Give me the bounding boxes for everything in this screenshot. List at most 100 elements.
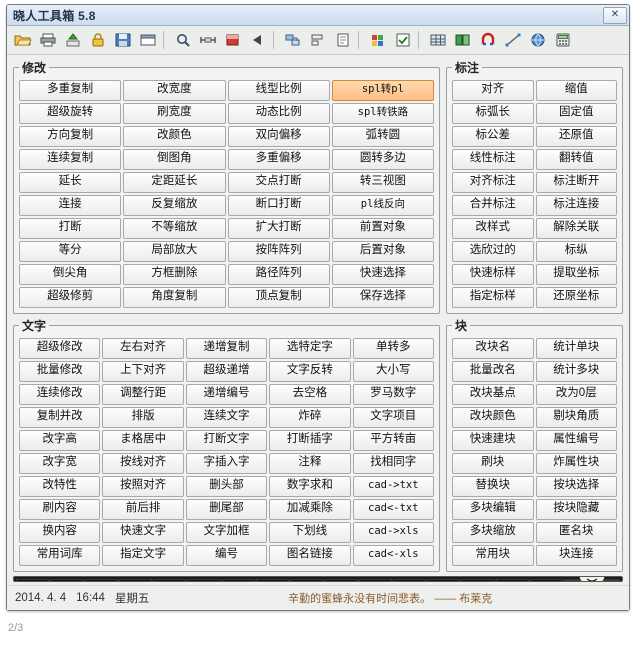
command-button[interactable]: 常用块 xyxy=(452,545,534,566)
command-button[interactable]: 刷内容 xyxy=(19,499,101,520)
command-button[interactable]: 炸属性块 xyxy=(535,453,617,474)
command-button[interactable]: spl转铁路 xyxy=(331,103,434,124)
drawing-icon-12[interactable] xyxy=(392,579,426,581)
command-button[interactable]: 倒图角 xyxy=(123,149,226,170)
command-button[interactable]: 替换块 xyxy=(452,476,534,497)
command-button[interactable]: 多重偏移 xyxy=(227,149,330,170)
node-icon[interactable] xyxy=(501,28,525,52)
command-button[interactable]: 快速建块 xyxy=(452,430,534,451)
command-button[interactable]: 定距延长 xyxy=(123,172,226,193)
command-button[interactable]: 改宽度 xyxy=(123,80,226,101)
command-button[interactable]: 选特定字 xyxy=(269,338,351,359)
command-button[interactable]: 文字反转 xyxy=(269,361,351,382)
command-button[interactable]: 文字项目 xyxy=(352,407,434,428)
magnet-icon[interactable] xyxy=(476,28,500,52)
command-button[interactable]: 圆转多边 xyxy=(331,149,434,170)
command-button[interactable]: 改字高 xyxy=(19,430,101,451)
command-button[interactable]: 快速选择 xyxy=(331,264,434,285)
command-button[interactable]: 多块缩放 xyxy=(452,522,534,543)
command-button[interactable]: 单转多 xyxy=(352,338,434,359)
command-button[interactable]: 批量修改 xyxy=(19,361,101,382)
align-icon[interactable] xyxy=(306,28,330,52)
command-button[interactable]: 指定标样 xyxy=(452,287,534,308)
command-button[interactable]: 连续复制 xyxy=(19,149,122,170)
command-button[interactable]: 方框删除 xyxy=(123,264,226,285)
command-button[interactable]: 批量改名 xyxy=(452,361,534,382)
command-button[interactable]: 平方转亩 xyxy=(352,430,434,451)
command-button[interactable]: 提取坐标 xyxy=(535,264,617,285)
command-button[interactable]: cad<-txt xyxy=(352,499,434,520)
command-button[interactable]: 对齐 xyxy=(452,80,534,101)
command-button[interactable]: cad->txt xyxy=(352,476,434,497)
command-button[interactable]: 找相同字 xyxy=(352,453,434,474)
command-button[interactable]: 延长 xyxy=(19,172,122,193)
command-button[interactable]: 局部放大 xyxy=(123,241,226,262)
command-button[interactable]: 匿名块 xyxy=(535,522,617,543)
command-button[interactable]: 图名链接 xyxy=(269,545,351,566)
calc-icon[interactable] xyxy=(551,28,575,52)
command-button[interactable]: 按块隐藏 xyxy=(535,499,617,520)
command-button[interactable]: 超级修剪 xyxy=(19,287,122,308)
command-button[interactable]: 排版 xyxy=(102,407,184,428)
command-button[interactable]: 刷块 xyxy=(452,453,534,474)
command-button[interactable]: 按块选择 xyxy=(535,476,617,497)
command-button[interactable]: 标纵 xyxy=(535,241,617,262)
drawing-icon-10[interactable] xyxy=(324,579,358,581)
command-button[interactable]: 多块编辑 xyxy=(452,499,534,520)
command-button[interactable]: 数字求和 xyxy=(269,476,351,497)
print-icon[interactable] xyxy=(36,28,60,52)
command-button[interactable]: 不等缩放 xyxy=(123,218,226,239)
command-button[interactable]: 转三视图 xyxy=(331,172,434,193)
table-icon[interactable] xyxy=(426,28,450,52)
command-button[interactable]: 打断文字 xyxy=(185,430,268,451)
drawing-icon-6[interactable] xyxy=(187,579,221,581)
save-icon[interactable] xyxy=(111,28,135,52)
drawing-icon-13[interactable] xyxy=(427,579,461,581)
command-button[interactable]: 线性标注 xyxy=(452,149,534,170)
triangle-left-icon[interactable] xyxy=(246,28,270,52)
command-button[interactable]: 递增编号 xyxy=(185,384,268,405)
command-button[interactable]: 按线对齐 xyxy=(102,453,184,474)
command-button[interactable]: 交点打断 xyxy=(227,172,330,193)
command-button[interactable]: 去空格 xyxy=(269,384,351,405)
command-button[interactable]: 标注连接 xyxy=(535,195,617,216)
command-button[interactable]: 标弧长 xyxy=(452,103,534,124)
command-button[interactable]: 统计多块 xyxy=(535,361,617,382)
command-button[interactable]: 还原坐标 xyxy=(535,287,617,308)
upload-icon[interactable] xyxy=(61,28,85,52)
command-button[interactable]: 左右对齐 xyxy=(102,338,184,359)
command-button[interactable]: 固定值 xyxy=(535,103,617,124)
drawing-icon-7[interactable] xyxy=(221,579,255,581)
command-button[interactable]: 顶点复制 xyxy=(227,287,330,308)
command-button[interactable]: 删尾部 xyxy=(185,499,268,520)
command-button[interactable]: 改颜色 xyxy=(123,126,226,147)
drawing-icon-8[interactable] xyxy=(255,579,289,581)
command-button[interactable]: cad->xls xyxy=(352,522,434,543)
command-button[interactable]: 前置对象 xyxy=(331,218,434,239)
drawing-icon-4[interactable] xyxy=(118,579,152,581)
command-button[interactable]: 炸碎 xyxy=(269,407,351,428)
command-button[interactable]: 路径阵列 xyxy=(227,264,330,285)
open-icon[interactable] xyxy=(11,28,35,52)
command-button[interactable]: 合并标注 xyxy=(452,195,534,216)
command-button[interactable]: 字插入字 xyxy=(185,453,268,474)
command-button[interactable]: 反复缩放 xyxy=(123,195,226,216)
command-button[interactable]: 改字宽 xyxy=(19,453,101,474)
command-button[interactable]: 超级修改 xyxy=(19,338,101,359)
layers-icon[interactable] xyxy=(281,28,305,52)
drawing-icon-15[interactable] xyxy=(495,579,529,581)
check-icon[interactable] xyxy=(391,28,415,52)
command-button[interactable]: 文字加框 xyxy=(185,522,268,543)
command-button[interactable]: 等分 xyxy=(19,241,122,262)
command-button[interactable]: 罗马数字 xyxy=(352,384,434,405)
command-button[interactable]: 超级递增 xyxy=(185,361,268,382)
command-button[interactable]: 换内容 xyxy=(19,522,101,543)
command-button[interactable]: 刷宽度 xyxy=(123,103,226,124)
palette-icon[interactable] xyxy=(366,28,390,52)
command-button[interactable]: 快速文字 xyxy=(102,522,184,543)
page-icon[interactable] xyxy=(331,28,355,52)
command-button[interactable]: 对齐标注 xyxy=(452,172,534,193)
command-button[interactable]: 线型比例 xyxy=(227,80,330,101)
command-button[interactable]: 统计单块 xyxy=(535,338,617,359)
command-button[interactable]: 注释 xyxy=(269,453,351,474)
